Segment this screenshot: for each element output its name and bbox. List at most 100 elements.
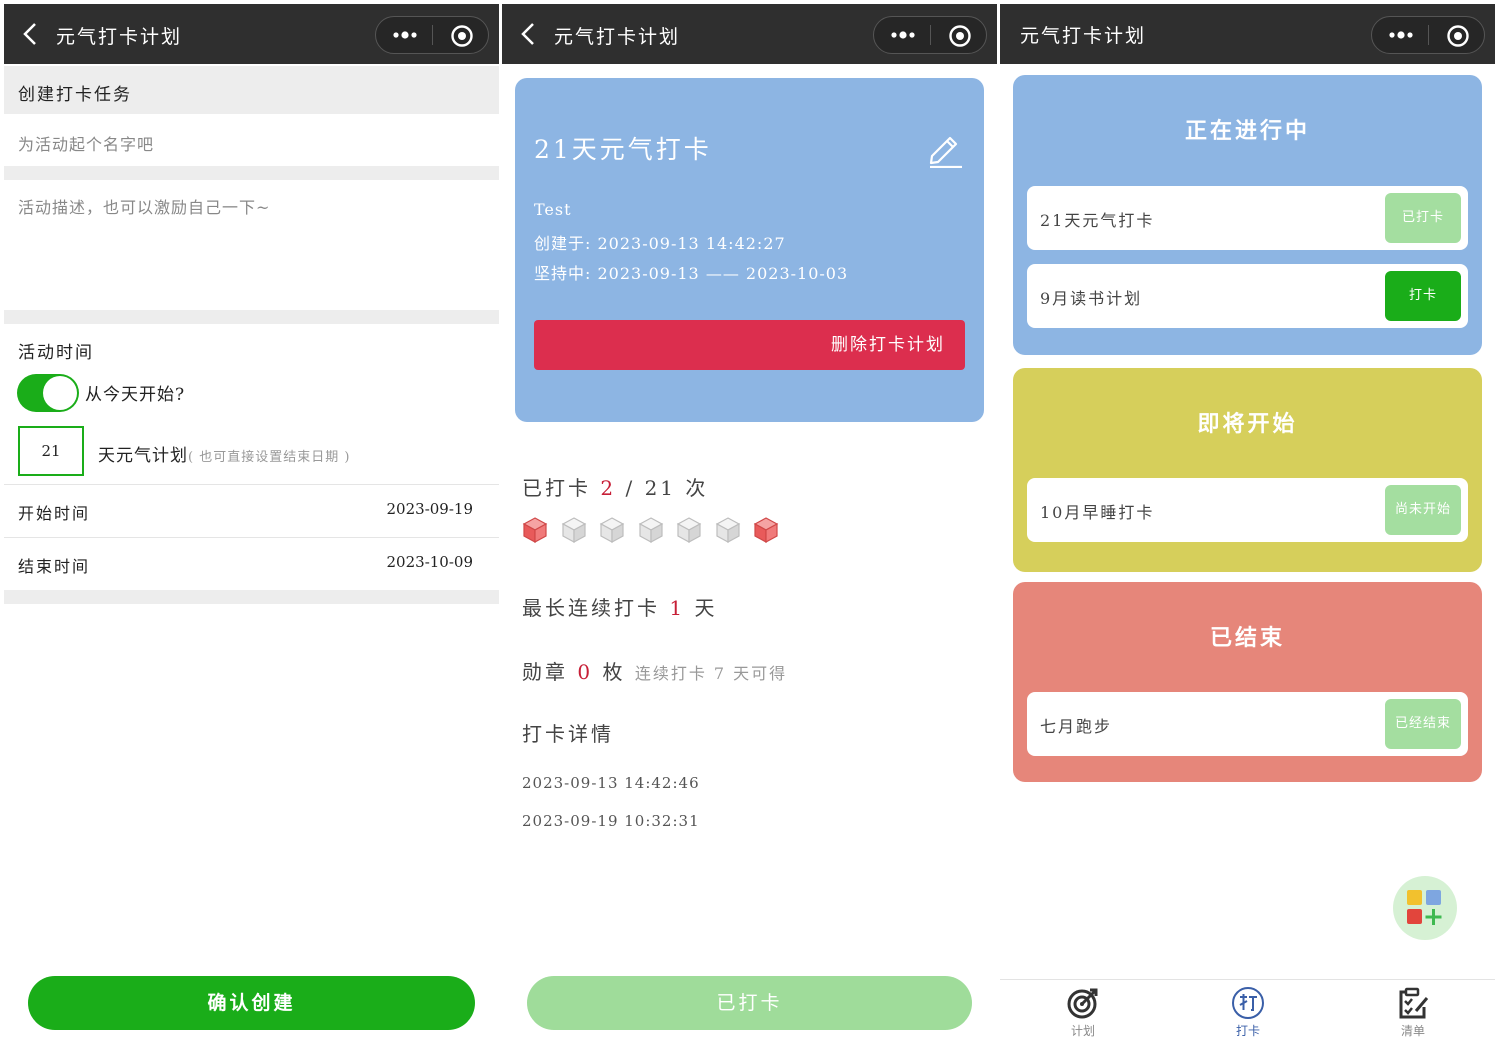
streak-stat: 最长连续打卡 1 天 xyxy=(522,592,717,621)
streak-prefix: 最长连续打卡 xyxy=(522,596,660,620)
plan-item-name: 9月读书计划 xyxy=(1040,289,1143,308)
more-icon[interactable] xyxy=(1386,26,1416,44)
medal-value: 0 xyxy=(577,660,594,684)
medal-stat: 勋章 0 枚 连续打卡 7 天可得 xyxy=(522,656,787,685)
cube-empty-icon xyxy=(561,517,586,544)
toggle-label: 从今天开始? xyxy=(85,385,186,405)
group-in-progress: 正在进行中 21天元气打卡 已打卡 9月读书计划 打卡 xyxy=(1013,75,1482,355)
target-icon xyxy=(1067,988,1098,1019)
cube-empty-icon xyxy=(715,517,740,544)
cube-checked-icon xyxy=(753,517,779,544)
group-title: 即将开始 xyxy=(1197,411,1298,437)
list-screen: 元气打卡计划 正在进行中 21天元气打卡 已打卡 9月读书计划 打卡 即将开始 … xyxy=(1000,4,1495,1049)
plan-item-button[interactable]: 打卡 xyxy=(1385,271,1461,321)
group-title: 正在进行中 xyxy=(1184,118,1310,144)
plan-created: 创建于: 2023-09-13 14:42:27 xyxy=(534,234,786,253)
confirm-create-button[interactable]: 确认创建 xyxy=(28,976,475,1030)
back-icon[interactable] xyxy=(516,21,542,47)
tab-bar: 计划 打卡 清单 xyxy=(1000,979,1495,1049)
cube-empty-icon xyxy=(638,517,663,544)
more-icon[interactable] xyxy=(888,26,918,44)
navbar: 元气打卡计划 xyxy=(502,4,997,64)
start-date-row[interactable]: 开始时间 2023-09-19 xyxy=(4,484,499,536)
description-textarea[interactable]: 活动描述，也可以激励自己一下~ xyxy=(4,180,499,310)
streak-suffix: 天 xyxy=(694,596,718,620)
days-label-text: 天元气计划 xyxy=(98,446,188,466)
toggle-knob xyxy=(43,376,77,410)
plan-item[interactable]: 七月跑步 已经结束 xyxy=(1027,692,1468,756)
divider xyxy=(4,310,499,324)
plan-item-name: 10月早睡打卡 xyxy=(1040,503,1155,522)
add-plan-fab[interactable] xyxy=(1393,876,1457,940)
checkin-sep: / xyxy=(625,476,636,500)
end-date-value[interactable]: 2023-10-09 xyxy=(387,553,473,571)
nav-title: 元气打卡计划 xyxy=(56,26,183,48)
end-date-row[interactable]: 结束时间 2023-10-09 xyxy=(4,537,499,589)
menu-capsule xyxy=(375,16,489,54)
tab-list[interactable]: 清单 xyxy=(1373,986,1453,1039)
detail-screen: 元气打卡计划 21天元气打卡 Test 创建于: 2023-09-13 14:4… xyxy=(502,4,997,1049)
end-date-label: 结束时间 xyxy=(18,557,91,576)
plan-period: 坚持中: 2023-09-13 —— 2023-10-03 xyxy=(534,264,849,283)
plan-item-name: 七月跑步 xyxy=(1040,717,1113,736)
name-input[interactable]: 为活动起个名字吧 xyxy=(4,116,499,166)
medal-hint: 连续打卡 7 天可得 xyxy=(634,664,788,683)
plan-item[interactable]: 10月早睡打卡 尚未开始 xyxy=(1027,478,1468,542)
plan-item[interactable]: 9月读书计划 打卡 xyxy=(1027,264,1468,328)
capsule-divider xyxy=(930,25,931,45)
time-section-title: 活动时间 xyxy=(18,343,94,363)
close-circle-icon[interactable] xyxy=(1446,24,1470,48)
menu-capsule xyxy=(873,16,987,54)
edit-pencil-icon[interactable] xyxy=(926,130,964,168)
tab-label: 计划 xyxy=(1070,1024,1095,1038)
checkin-suffix: 次 xyxy=(685,476,709,500)
add-grid-icon xyxy=(1407,890,1442,925)
days-label: 天元气计划( 也可直接设置结束日期 ) xyxy=(98,441,350,466)
medal-suffix: 枚 xyxy=(602,660,626,684)
navbar: 元气打卡计划 xyxy=(1000,4,1495,64)
group-upcoming: 即将开始 10月早睡打卡 尚未开始 xyxy=(1013,368,1482,572)
start-date-value[interactable]: 2023-09-19 xyxy=(387,500,473,518)
cube-empty-icon xyxy=(676,517,702,544)
close-circle-icon[interactable] xyxy=(450,24,474,48)
medal-prefix: 勋章 xyxy=(522,660,568,684)
delete-plan-button[interactable]: 删除打卡计划 xyxy=(534,320,965,370)
checkin-stamp-icon xyxy=(1232,987,1264,1019)
days-input[interactable]: 21 xyxy=(18,426,84,476)
capsule-divider xyxy=(432,25,433,45)
close-circle-icon[interactable] xyxy=(948,24,972,48)
tab-checkin[interactable]: 打卡 xyxy=(1208,986,1288,1039)
plan-title: 21天元气打卡 xyxy=(534,135,712,164)
plan-description: Test xyxy=(534,200,572,219)
divider xyxy=(4,166,499,180)
plan-card: 21天元气打卡 Test 创建于: 2023-09-13 14:42:27 坚持… xyxy=(515,78,984,422)
tab-plan[interactable]: 计划 xyxy=(1043,986,1123,1039)
plan-item[interactable]: 21天元气打卡 已打卡 xyxy=(1027,186,1468,250)
plan-item-button[interactable]: 尚未开始 xyxy=(1385,485,1461,535)
create-screen: 元气打卡计划 创建打卡任务 为活动起个名字吧 活动描述，也可以激励自己一下~ 活… xyxy=(4,4,499,1049)
group-title: 已结束 xyxy=(1209,625,1285,651)
capsule-divider xyxy=(1428,25,1429,45)
records-title: 打卡详情 xyxy=(522,722,614,746)
form-header: 创建打卡任务 xyxy=(4,66,499,114)
streak-value: 1 xyxy=(669,596,686,620)
record-item: 2023-09-13 14:42:46 xyxy=(522,774,700,792)
nav-title: 元气打卡计划 xyxy=(1020,25,1147,47)
checkin-total: 21 xyxy=(644,476,677,500)
more-icon[interactable] xyxy=(390,26,420,44)
checkin-count-value: 2 xyxy=(600,476,617,500)
cube-empty-icon xyxy=(599,517,625,544)
days-hint: ( 也可直接设置结束日期 ) xyxy=(188,450,351,465)
menu-capsule xyxy=(1371,16,1485,54)
plan-item-name: 21天元气打卡 xyxy=(1040,211,1155,230)
back-icon[interactable] xyxy=(18,21,44,47)
plan-item-button[interactable]: 已打卡 xyxy=(1385,193,1461,243)
checklist-icon xyxy=(1399,987,1429,1019)
record-item: 2023-09-19 10:32:31 xyxy=(522,812,700,830)
divider xyxy=(4,590,499,604)
start-date-label: 开始时间 xyxy=(18,504,91,523)
start-today-toggle[interactable] xyxy=(17,374,79,412)
plan-item-button[interactable]: 已经结束 xyxy=(1385,699,1461,749)
checked-in-button[interactable]: 已打卡 xyxy=(527,976,972,1030)
tab-label: 打卡 xyxy=(1235,1024,1260,1038)
